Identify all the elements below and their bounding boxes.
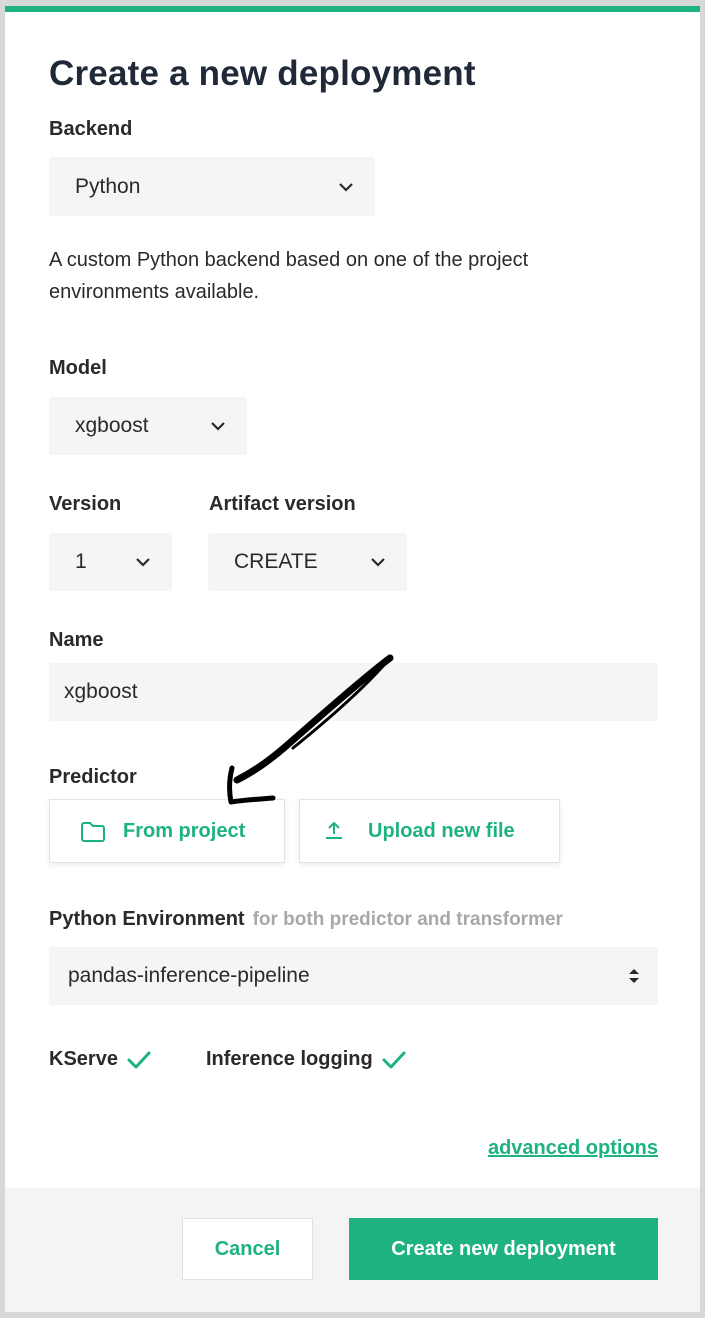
python-environment-title: Python Environment [49, 908, 245, 930]
artifact-version-label: Artifact version [209, 493, 356, 515]
model-label: Model [49, 357, 107, 379]
artifact-version-select-value: CREATE [234, 550, 318, 573]
chevron-down-icon [371, 558, 385, 567]
kserve-label: KServe [49, 1048, 118, 1070]
python-environment-label: Python Environment for both predictor and… [49, 908, 563, 931]
inference-logging-indicator: Inference logging [206, 1048, 407, 1071]
from-project-button[interactable]: From project [49, 799, 285, 863]
python-environment-value: pandas-inference-pipeline [68, 964, 310, 987]
inference-logging-label: Inference logging [206, 1048, 373, 1070]
version-select-value: 1 [75, 550, 87, 573]
name-label: Name [49, 629, 104, 651]
chevron-down-icon [136, 558, 150, 567]
sort-arrows-icon [629, 969, 639, 983]
python-environment-select[interactable]: pandas-inference-pipeline [49, 947, 658, 1005]
advanced-options-link[interactable]: advanced options [488, 1137, 658, 1160]
name-input[interactable] [49, 663, 658, 721]
backend-select[interactable]: Python [49, 157, 375, 216]
backend-select-value: Python [75, 174, 141, 198]
version-label: Version [49, 493, 122, 515]
upload-new-file-button[interactable]: Upload new file [299, 799, 560, 863]
create-deployment-dialog: Create a new deployment Backend Python A… [5, 6, 700, 1312]
create-new-deployment-button[interactable]: Create new deployment [349, 1218, 658, 1280]
cancel-button[interactable]: Cancel [182, 1218, 313, 1280]
check-icon [382, 1051, 406, 1068]
dialog-title: Create a new deployment [49, 54, 476, 93]
check-icon [127, 1051, 151, 1068]
folder-icon [81, 822, 105, 842]
model-select-value: xgboost [75, 414, 149, 437]
upload-icon [326, 821, 342, 839]
backend-description: A custom Python backend based on one of … [49, 249, 529, 303]
version-select[interactable]: 1 [49, 533, 172, 591]
predictor-label: Predictor [49, 766, 137, 788]
chevron-down-icon [339, 182, 353, 192]
python-environment-sublabel: for both predictor and transformer [252, 909, 563, 930]
backend-label: Backend [49, 118, 133, 140]
upload-new-file-label: Upload new file [368, 820, 515, 842]
dialog-footer: Cancel Create new deployment [5, 1188, 700, 1312]
model-select[interactable]: xgboost [49, 397, 247, 455]
artifact-version-select[interactable]: CREATE [208, 533, 407, 591]
chevron-down-icon [211, 422, 225, 431]
from-project-label: From project [123, 820, 246, 842]
kserve-indicator: KServe [49, 1048, 152, 1071]
